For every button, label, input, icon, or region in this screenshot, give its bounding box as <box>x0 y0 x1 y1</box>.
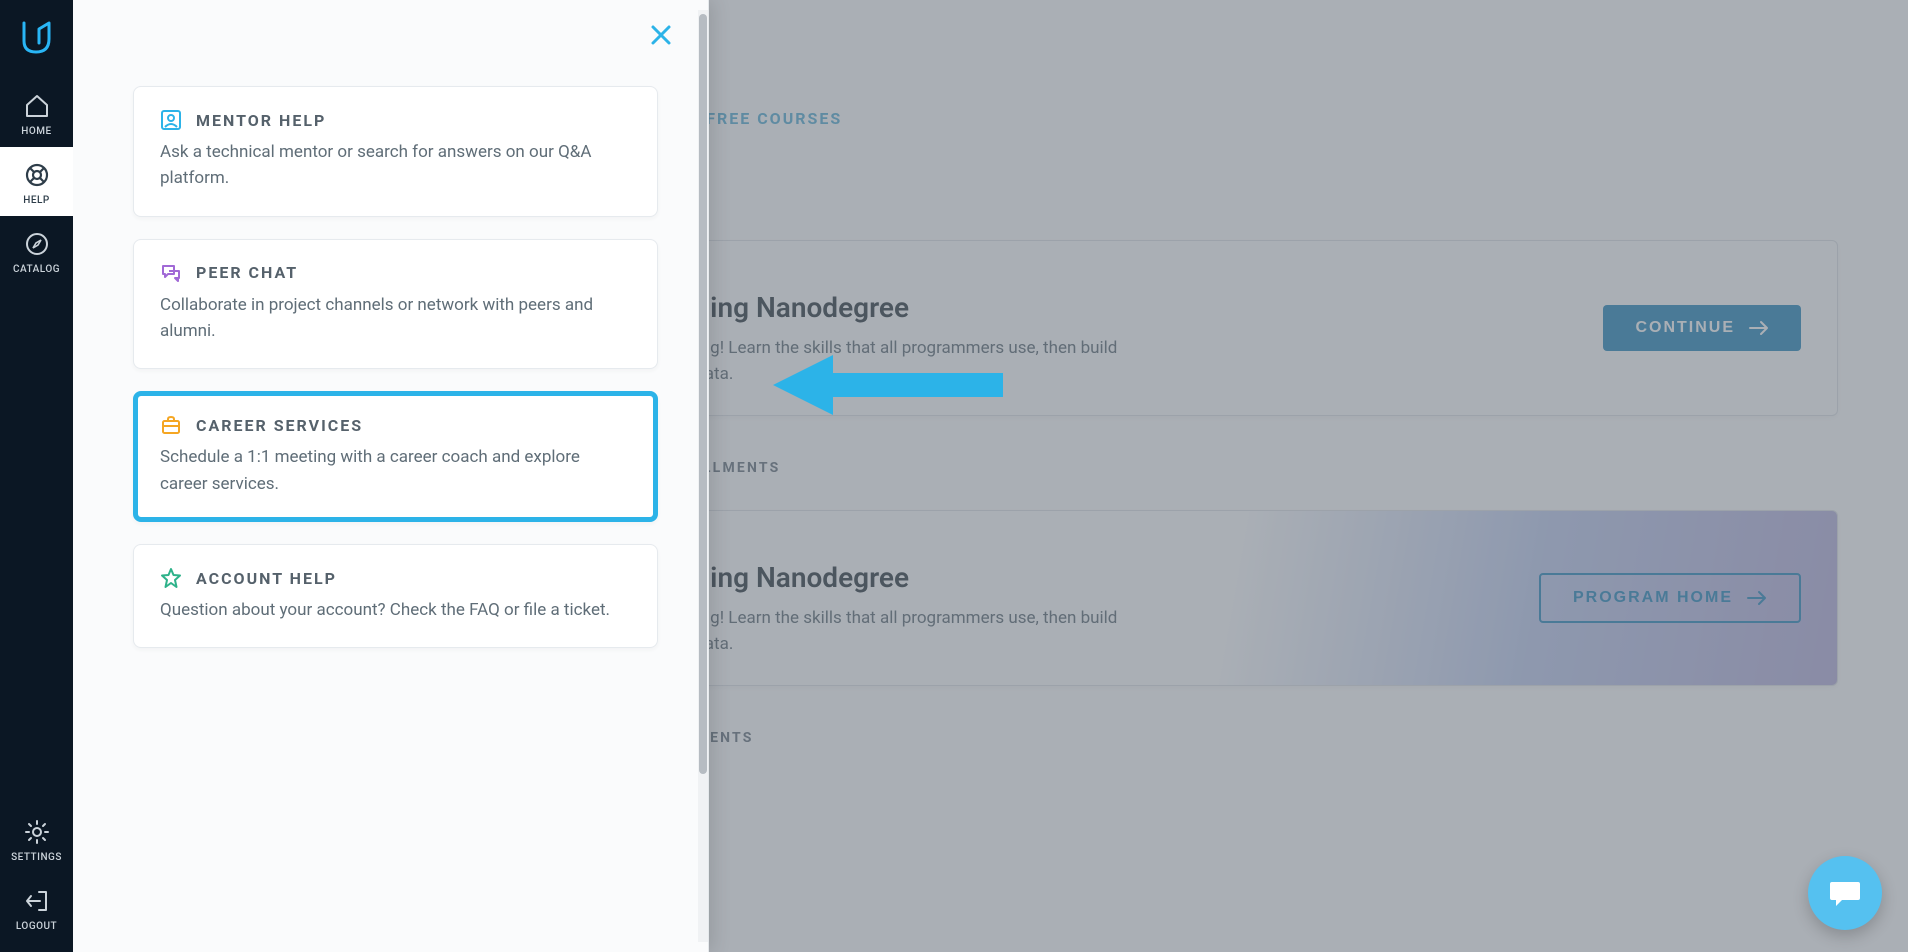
sidebar-item-home[interactable]: HOME <box>0 78 73 147</box>
chat-launcher[interactable] <box>1808 856 1882 930</box>
sidebar-item-label: HOME <box>21 126 51 137</box>
close-button[interactable] <box>650 24 672 50</box>
help-icon <box>23 161 51 189</box>
help-card-title: CAREER SERVICES <box>196 416 363 435</box>
close-icon <box>650 24 672 46</box>
chat-icon <box>1828 878 1862 908</box>
sidebar-item-catalog[interactable]: CATALOG <box>0 216 73 285</box>
sidebar-item-logout[interactable]: LOGOUT <box>0 873 73 952</box>
scrollbar-thumb[interactable] <box>699 14 707 774</box>
help-card-desc: Question about your account? Check the F… <box>160 597 631 623</box>
sidebar-item-label: CATALOG <box>13 264 60 275</box>
scrollbar[interactable] <box>698 10 708 942</box>
help-card-desc: Schedule a 1:1 meeting with a career coa… <box>160 444 631 497</box>
briefcase-icon <box>160 414 182 436</box>
gear-icon <box>23 818 51 846</box>
peer-chat-icon <box>160 262 182 284</box>
help-card-account-help[interactable]: ACCOUNT HELP Question about your account… <box>133 544 658 648</box>
help-card-desc: Ask a technical mentor or search for ans… <box>160 139 631 192</box>
logout-icon <box>23 887 51 915</box>
home-icon <box>23 92 51 120</box>
sidebar: HOME HELP CATALOG SETTINGS LOGOUT <box>0 0 73 952</box>
help-card-title: PEER CHAT <box>196 263 298 282</box>
sidebar-item-label: LOGOUT <box>16 921 57 932</box>
sidebar-item-label: HELP <box>23 195 50 206</box>
help-card-title: ACCOUNT HELP <box>196 569 337 588</box>
help-card-mentor-help[interactable]: MENTOR HELP Ask a technical mentor or se… <box>133 86 658 217</box>
udacity-logo-icon[interactable] <box>21 18 53 58</box>
mentor-icon <box>160 109 182 131</box>
help-card-career-services[interactable]: CAREER SERVICES Schedule a 1:1 meeting w… <box>133 391 658 522</box>
dim-overlay <box>709 0 1908 952</box>
sidebar-item-help[interactable]: HELP <box>0 147 73 216</box>
help-card-title: MENTOR HELP <box>196 111 326 130</box>
compass-icon <box>23 230 51 258</box>
help-card-peer-chat[interactable]: PEER CHAT Collaborate in project channel… <box>133 239 658 370</box>
sidebar-item-label: SETTINGS <box>11 852 62 863</box>
help-card-desc: Collaborate in project channels or netwo… <box>160 292 631 345</box>
sidebar-item-settings[interactable]: SETTINGS <box>0 804 73 873</box>
help-panel: MENTOR HELP Ask a technical mentor or se… <box>73 0 709 952</box>
star-icon <box>160 567 182 589</box>
